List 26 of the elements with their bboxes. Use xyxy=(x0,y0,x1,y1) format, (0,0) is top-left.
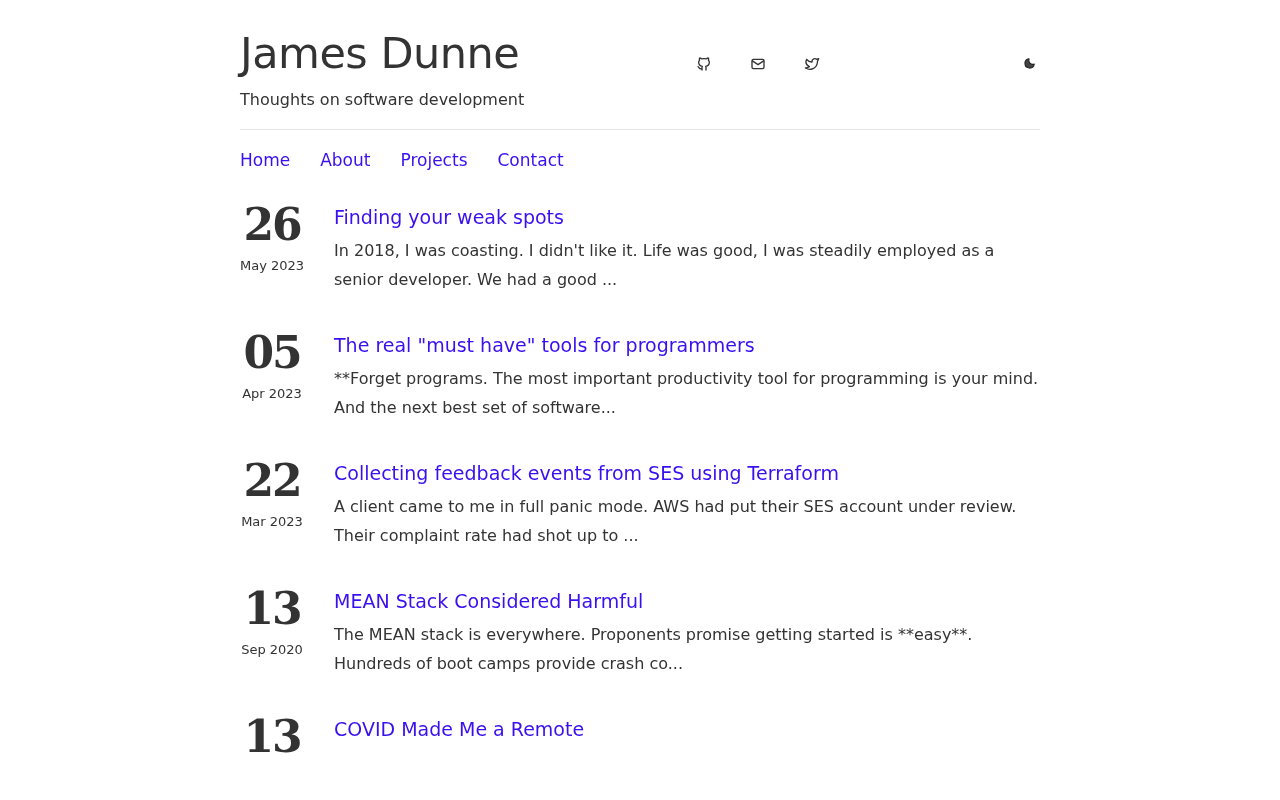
post-day: 13 xyxy=(243,712,301,762)
nav-link[interactable]: Home xyxy=(240,148,291,172)
post-date: Mar 2023 xyxy=(241,514,303,529)
post-day: 05 xyxy=(243,328,301,378)
post-title[interactable]: COVID Made Me a Remote xyxy=(334,716,585,742)
site-tagline: Thoughts on software development xyxy=(240,90,525,109)
post-date: May 2023 xyxy=(239,258,305,273)
nav-link[interactable]: Contact xyxy=(497,148,564,172)
post-title[interactable]: Collecting feedback events from SES using Terraform xyxy=(334,460,839,486)
post-title[interactable]: MEAN Stack Considered Harmful xyxy=(334,588,644,614)
post-excerpt: **Forget programs. The most important productivity tool for programming is your mind. And the next best set of software... xyxy=(334,368,1040,419)
moon-icon[interactable] xyxy=(1022,56,1036,71)
post-day: 26 xyxy=(243,200,301,250)
post-title[interactable]: Finding your weak spots xyxy=(334,204,564,230)
post-excerpt: In 2018, I was coasting. I didn't like it. Life was good, I was steadily employed as a senior developer. We had a good ... xyxy=(334,240,996,291)
nav-link[interactable]: About xyxy=(320,148,371,172)
post-title[interactable]: The real "must have" tools for programmers xyxy=(334,332,755,358)
post-day: 22 xyxy=(243,456,301,506)
post-excerpt: A client came to me in full panic mode. AWS had put their SES account under review. Their complaint rate had shot up to ... xyxy=(334,496,1018,547)
post-date: Apr 2023 xyxy=(242,386,302,401)
post-date: Sep 2020 xyxy=(241,642,303,657)
nav-link[interactable]: Projects xyxy=(400,148,468,172)
post-day: 13 xyxy=(243,584,301,634)
bird-icon[interactable] xyxy=(804,55,821,72)
post-excerpt: The MEAN stack is everywhere. Proponents promise getting started is **easy**. Hundreds of boot camps provide crash co... xyxy=(334,624,974,675)
github-icon[interactable] xyxy=(696,55,713,72)
